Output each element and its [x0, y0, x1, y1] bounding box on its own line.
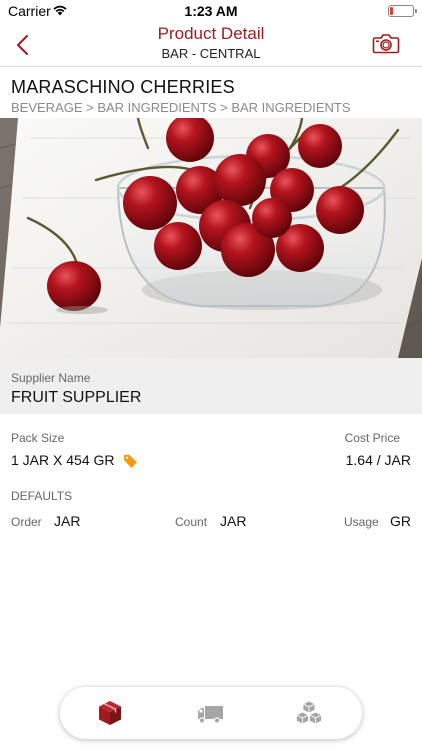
tab-delivery-truck-icon[interactable]	[197, 699, 225, 727]
default-count-value: JAR	[220, 513, 247, 529]
tab-product-box-icon[interactable]	[96, 699, 124, 727]
pack-size-value: 1 JAR X 454 GR	[11, 452, 115, 468]
cost-price-label: Cost Price	[344, 431, 400, 445]
bottom-tab-bar	[60, 687, 362, 739]
camera-icon[interactable]	[372, 31, 400, 55]
location-subtitle: BAR - CENTRAL	[161, 46, 261, 61]
default-count-label: Count	[175, 515, 208, 529]
pack-size-label: Pack Size	[11, 431, 65, 445]
supplier-name-label: Supplier Name	[11, 371, 91, 385]
tab-inventory-boxes-icon[interactable]	[295, 699, 323, 727]
price-tag-icon[interactable]	[123, 454, 138, 468]
default-order-value: JAR	[54, 513, 81, 529]
defaults-heading: DEFAULTS	[11, 489, 73, 503]
product-name: MARASCHINO CHERRIES	[11, 77, 235, 97]
default-usage-value: GR	[390, 513, 411, 529]
default-order-label: Order	[11, 515, 42, 529]
cost-price-value: 1.64 / JAR	[345, 452, 411, 468]
clock: 1:23 AM	[184, 3, 238, 19]
page-title: Product Detail	[157, 24, 265, 43]
status-bar: Carrier 1:23 AM	[0, 0, 422, 22]
battery-icon	[388, 5, 417, 17]
product-photo[interactable]	[0, 118, 422, 358]
default-usage-label: Usage	[344, 515, 379, 529]
category-breadcrumb: BEVERAGE > BAR INGREDIENTS > BAR INGREDI…	[11, 100, 351, 115]
supplier-section: Supplier Name FRUIT SUPPLIER	[0, 358, 422, 414]
nav-bar: Product Detail BAR - CENTRAL	[0, 22, 422, 67]
supplier-name-value: FRUIT SUPPLIER	[11, 389, 142, 406]
